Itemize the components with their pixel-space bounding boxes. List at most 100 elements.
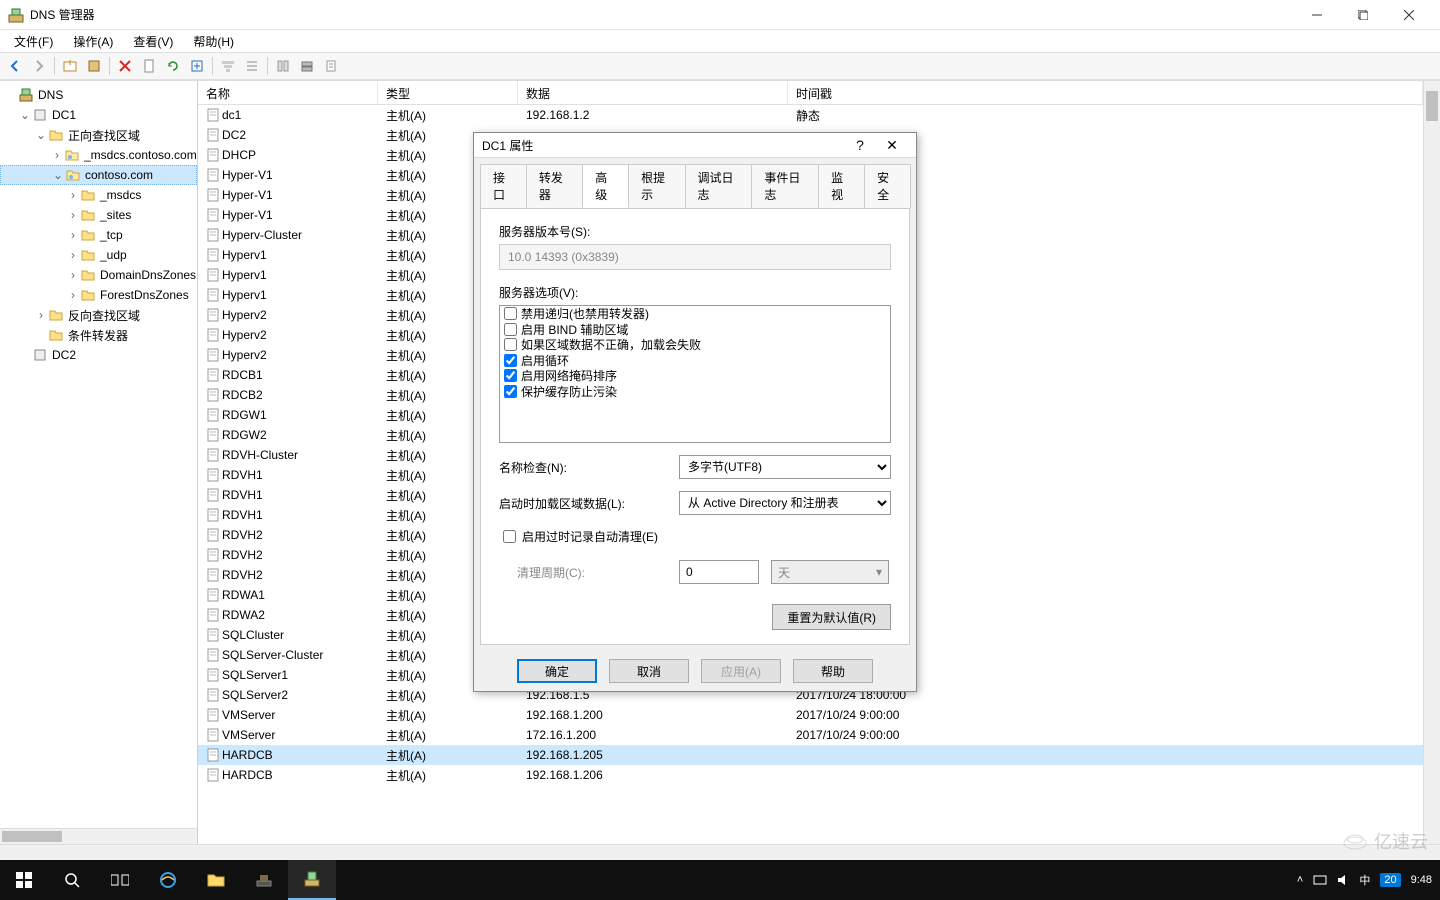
expand-icon[interactable]: ›	[50, 148, 64, 162]
option-checkbox[interactable]	[504, 369, 517, 382]
tray-clock[interactable]: 9:48	[1411, 874, 1432, 886]
menu-action[interactable]: 操作(A)	[65, 31, 121, 52]
tree-root-dns[interactable]: DNS	[0, 85, 197, 105]
record-row[interactable]: HARDCB主机(A)192.168.1.206	[198, 765, 1423, 785]
tree-sites[interactable]: ›_sites	[0, 205, 197, 225]
collapse-icon[interactable]: ⌄	[34, 128, 48, 142]
server-option[interactable]: 禁用递归(也禁用转发器)	[500, 306, 890, 322]
tab-security[interactable]: 安全	[864, 164, 911, 208]
tree-dc1[interactable]: ⌄ DC1	[0, 105, 197, 125]
tray-notification-badge[interactable]: 20	[1380, 873, 1400, 887]
tab-debuglog[interactable]: 调试日志	[685, 164, 753, 208]
tool-add-button[interactable]	[59, 55, 81, 77]
tray-network-icon[interactable]	[1313, 874, 1327, 886]
tool-doc-button[interactable]	[138, 55, 160, 77]
expand-icon[interactable]: ›	[34, 308, 48, 322]
tool-page-button[interactable]	[320, 55, 342, 77]
system-tray[interactable]: ˄ 中 20 9:48	[1289, 872, 1440, 888]
col-timestamp[interactable]: 时间戳	[788, 81, 1423, 104]
minimize-button[interactable]	[1294, 0, 1340, 30]
server-option[interactable]: 启用 BIND 辅助区域	[500, 322, 890, 338]
tool-properties-button[interactable]	[83, 55, 105, 77]
tool-export-button[interactable]	[186, 55, 208, 77]
nav-forward-button[interactable]	[28, 55, 50, 77]
maximize-button[interactable]	[1340, 0, 1386, 30]
menu-help[interactable]: 帮助(H)	[185, 31, 242, 52]
collapse-icon[interactable]: ⌄	[18, 108, 32, 122]
close-button[interactable]	[1386, 0, 1432, 30]
col-data[interactable]: 数据	[518, 81, 788, 104]
explorer-taskbar-icon[interactable]	[192, 860, 240, 900]
help-button[interactable]: 帮助	[793, 659, 873, 683]
tree-udp[interactable]: ›_udp	[0, 245, 197, 265]
option-checkbox[interactable]	[504, 354, 517, 367]
tab-interface[interactable]: 接口	[480, 164, 527, 208]
tray-volume-icon[interactable]	[1337, 874, 1349, 886]
expand-icon[interactable]: ›	[66, 208, 80, 222]
tree-conditional-fwd[interactable]: 条件转发器	[0, 325, 197, 345]
tab-advanced[interactable]: 高级	[582, 164, 629, 208]
tool-delete-button[interactable]	[114, 55, 136, 77]
tree-forestdns[interactable]: ›ForestDnsZones	[0, 285, 197, 305]
dialog-close-button[interactable]: ✕	[876, 133, 908, 157]
reset-defaults-button[interactable]: 重置为默认值(R)	[772, 604, 891, 630]
tool-server-button[interactable]	[296, 55, 318, 77]
menu-file[interactable]: 文件(F)	[6, 31, 61, 52]
tray-up-icon[interactable]: ˄	[1297, 874, 1303, 886]
tool-filter-button[interactable]	[217, 55, 239, 77]
taskview-button[interactable]	[96, 860, 144, 900]
server-options-listbox[interactable]: 禁用递归(也禁用转发器)启用 BIND 辅助区域如果区域数据不正确，加载会失败启…	[499, 305, 891, 443]
ie-taskbar-icon[interactable]	[144, 860, 192, 900]
tree-msdcs-contoso[interactable]: › _msdcs.contoso.com	[0, 145, 197, 165]
server-option[interactable]: 启用循环	[500, 353, 890, 369]
start-button[interactable]	[0, 860, 48, 900]
tree-forward-zones[interactable]: ⌄ 正向查找区域	[0, 125, 197, 145]
expand-icon[interactable]: ›	[66, 248, 80, 262]
scavenge-checkbox[interactable]	[503, 530, 516, 543]
server-option[interactable]: 保护缓存防止污染	[500, 384, 890, 400]
menu-view[interactable]: 查看(V)	[125, 31, 181, 52]
server-manager-taskbar-icon[interactable]	[240, 860, 288, 900]
tray-ime-indicator[interactable]: 中	[1359, 872, 1370, 888]
dialog-titlebar[interactable]: DC1 属性 ? ✕	[474, 133, 916, 158]
apply-button[interactable]: 应用(A)	[701, 659, 781, 683]
record-row[interactable]: VMServer主机(A)192.168.1.2002017/10/24 9:0…	[198, 705, 1423, 725]
collapse-icon[interactable]: ⌄	[51, 168, 65, 182]
tool-list-button[interactable]	[241, 55, 263, 77]
cancel-button[interactable]: 取消	[609, 659, 689, 683]
tree-dc2[interactable]: DC2	[0, 345, 197, 365]
option-checkbox[interactable]	[504, 338, 517, 351]
tool-column-button[interactable]	[272, 55, 294, 77]
tree-horizontal-scrollbar[interactable]	[0, 828, 197, 844]
tab-monitoring[interactable]: 监视	[818, 164, 865, 208]
search-button[interactable]	[48, 860, 96, 900]
tree-contoso[interactable]: ⌄ contoso.com	[0, 165, 197, 185]
nav-back-button[interactable]	[4, 55, 26, 77]
option-checkbox[interactable]	[504, 307, 517, 320]
col-name[interactable]: 名称	[198, 81, 378, 104]
namecheck-select[interactable]: 多字节(UTF8)	[679, 455, 891, 479]
dialog-help-button[interactable]: ?	[844, 133, 876, 157]
expand-icon[interactable]: ›	[66, 188, 80, 202]
tree-tcp[interactable]: ›_tcp	[0, 225, 197, 245]
tree-pane[interactable]: DNS ⌄ DC1 ⌄ 正向查找区域 › _msdcs.contoso.com …	[0, 81, 198, 844]
period-input[interactable]	[679, 560, 759, 584]
option-checkbox[interactable]	[504, 323, 517, 336]
option-checkbox[interactable]	[504, 385, 517, 398]
loadzone-select[interactable]: 从 Active Directory 和注册表	[679, 491, 891, 515]
ok-button[interactable]: 确定	[517, 659, 597, 683]
list-vertical-scrollbar[interactable]	[1423, 81, 1440, 844]
tab-roothints[interactable]: 根提示	[628, 164, 685, 208]
expand-icon[interactable]: ›	[66, 288, 80, 302]
col-type[interactable]: 类型	[378, 81, 518, 104]
record-row[interactable]: dc1主机(A)192.168.1.2静态	[198, 105, 1423, 125]
tab-eventlog[interactable]: 事件日志	[751, 164, 819, 208]
record-row[interactable]: HARDCB主机(A)192.168.1.205	[198, 745, 1423, 765]
expand-icon[interactable]: ›	[66, 228, 80, 242]
tool-refresh-button[interactable]	[162, 55, 184, 77]
record-row[interactable]: VMServer主机(A)172.16.1.2002017/10/24 9:00…	[198, 725, 1423, 745]
server-option[interactable]: 如果区域数据不正确，加载会失败	[500, 337, 890, 353]
tree-reverse-zones[interactable]: ›反向查找区域	[0, 305, 197, 325]
tab-forwarders[interactable]: 转发器	[526, 164, 583, 208]
server-option[interactable]: 启用网络掩码排序	[500, 368, 890, 384]
